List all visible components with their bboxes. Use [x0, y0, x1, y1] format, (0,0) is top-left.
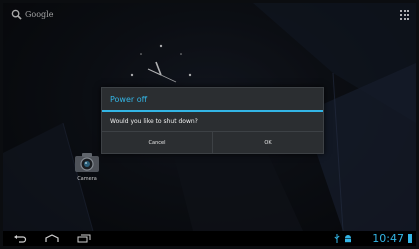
dialog-header: Power off [102, 88, 323, 112]
recent-apps-icon[interactable] [77, 234, 91, 243]
power-off-dialog: Power off Would you like to shut down? C… [101, 87, 324, 154]
dialog-title: Power off [110, 95, 148, 104]
camera-label: Camera [77, 176, 97, 182]
cancel-button[interactable]: Cancel [102, 132, 212, 153]
all-apps-icon[interactable] [400, 10, 410, 20]
battery-icon [408, 234, 412, 243]
home-icon[interactable] [45, 234, 59, 243]
system-bar: 10:47 [3, 231, 416, 246]
camera-shortcut[interactable]: Camera [67, 151, 107, 182]
ok-button[interactable]: OK [212, 132, 323, 153]
status-time: 10:47 [372, 232, 404, 245]
usb-icon [334, 234, 340, 243]
android-debug-icon [345, 235, 351, 243]
search-icon [11, 9, 22, 20]
search-label: Google [25, 10, 54, 19]
dialog-message-text: Would you like to shut down? [110, 118, 198, 125]
camera-icon [75, 153, 99, 172]
home-screen: Google Camera Power off Would you like t… [3, 3, 416, 246]
dialog-message: Would you like to shut down? [102, 112, 323, 132]
dialog-button-bar: Cancel OK [102, 132, 323, 153]
google-search-bar[interactable]: Google [11, 9, 53, 20]
back-icon[interactable] [13, 234, 27, 243]
